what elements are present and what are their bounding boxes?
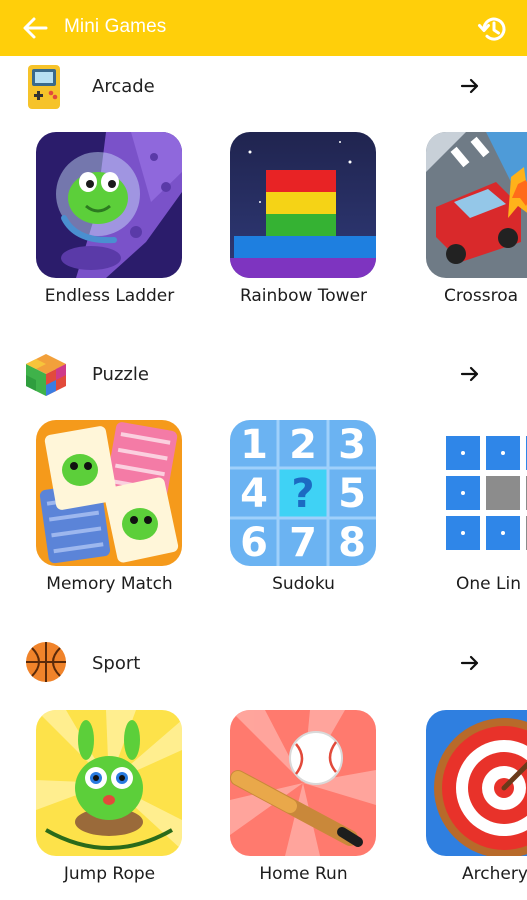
- game-card-archery[interactable]: Archery: [418, 710, 527, 890]
- cube-icon: [24, 352, 66, 396]
- sudoku-digit: 4: [240, 471, 268, 517]
- sudoku-digit: 2: [289, 422, 317, 468]
- sudoku-digit: 6: [240, 520, 268, 566]
- game-label: Memory Match: [46, 574, 173, 594]
- arrow-right-icon: [460, 655, 479, 671]
- game-card-rainbow-tower[interactable]: Rainbow Tower: [222, 132, 382, 312]
- history-button[interactable]: [475, 12, 509, 46]
- section-title-arcade: Arcade: [92, 76, 155, 97]
- sudoku-digit: ?: [291, 471, 314, 517]
- game-card-endless-ladder[interactable]: Endless Ladder: [28, 132, 188, 312]
- section-sport: Sport Jump Rope Home Run Archery: [0, 636, 527, 900]
- section-puzzle: Puzzle Memory Match 1 2 3 4 ? 5 6 7 8 Su…: [0, 348, 527, 628]
- section-title-puzzle: Puzzle: [92, 364, 149, 385]
- gameboy-icon: [24, 64, 66, 109]
- arrow-right-icon: [460, 366, 479, 382]
- home-run-thumbnail: [230, 710, 376, 856]
- game-card-jump-rope[interactable]: Jump Rope: [28, 710, 188, 890]
- one-line-thumbnail: [426, 420, 527, 566]
- game-label: Rainbow Tower: [239, 286, 368, 306]
- game-card-crossroad[interactable]: Crossroa: [418, 132, 527, 312]
- sudoku-digit: 5: [338, 471, 366, 517]
- memory-match-thumbnail: [36, 420, 182, 566]
- game-label: One Lin: [456, 574, 521, 594]
- game-label: Sudoku: [272, 574, 335, 594]
- sudoku-digit: 3: [338, 422, 366, 468]
- crossroad-thumbnail: [426, 132, 527, 278]
- game-label: Home Run: [259, 864, 348, 884]
- section-title-sport: Sport: [92, 653, 141, 674]
- sudoku-digit: 7: [289, 520, 317, 566]
- sudoku-digit: 1: [240, 422, 268, 468]
- page-title: Mini Games: [64, 16, 167, 37]
- top-app-bar: Mini Games: [0, 0, 527, 56]
- sudoku-thumbnail: 1 2 3 4? 5 6 7 8: [230, 420, 376, 566]
- game-card-memory-match[interactable]: Memory Match: [28, 420, 188, 600]
- arrow-right-icon: [460, 78, 479, 94]
- history-icon: [478, 17, 506, 41]
- section-arcade: Arcade Endless Ladder Rainbow Tower Cros…: [0, 60, 527, 340]
- back-button[interactable]: [20, 14, 50, 42]
- game-label: Archery: [462, 864, 527, 884]
- archery-thumbnail: [426, 710, 527, 856]
- game-card-home-run[interactable]: Home Run: [222, 710, 382, 890]
- game-label: Endless Ladder: [44, 286, 175, 306]
- mini-games-screen: Mini Games Arcade Endless Ladder Rainbow…: [0, 0, 527, 900]
- basketball-icon: [24, 640, 66, 682]
- sport-more-button[interactable]: [458, 651, 482, 675]
- game-label: Crossroa: [444, 286, 519, 306]
- game-card-sudoku[interactable]: 1 2 3 4? 5 6 7 8 Sudoku: [222, 420, 382, 600]
- puzzle-more-button[interactable]: [458, 362, 482, 386]
- jump-rope-thumbnail: [36, 710, 182, 856]
- sudoku-digit: 8: [338, 520, 366, 566]
- arrow-left-icon: [23, 17, 48, 39]
- game-card-one-line[interactable]: One Lin: [418, 420, 527, 600]
- endless-ladder-thumbnail: [36, 132, 182, 278]
- arcade-more-button[interactable]: [458, 74, 482, 98]
- rainbow-tower-thumbnail: [230, 132, 376, 278]
- game-label: Jump Rope: [63, 864, 156, 884]
